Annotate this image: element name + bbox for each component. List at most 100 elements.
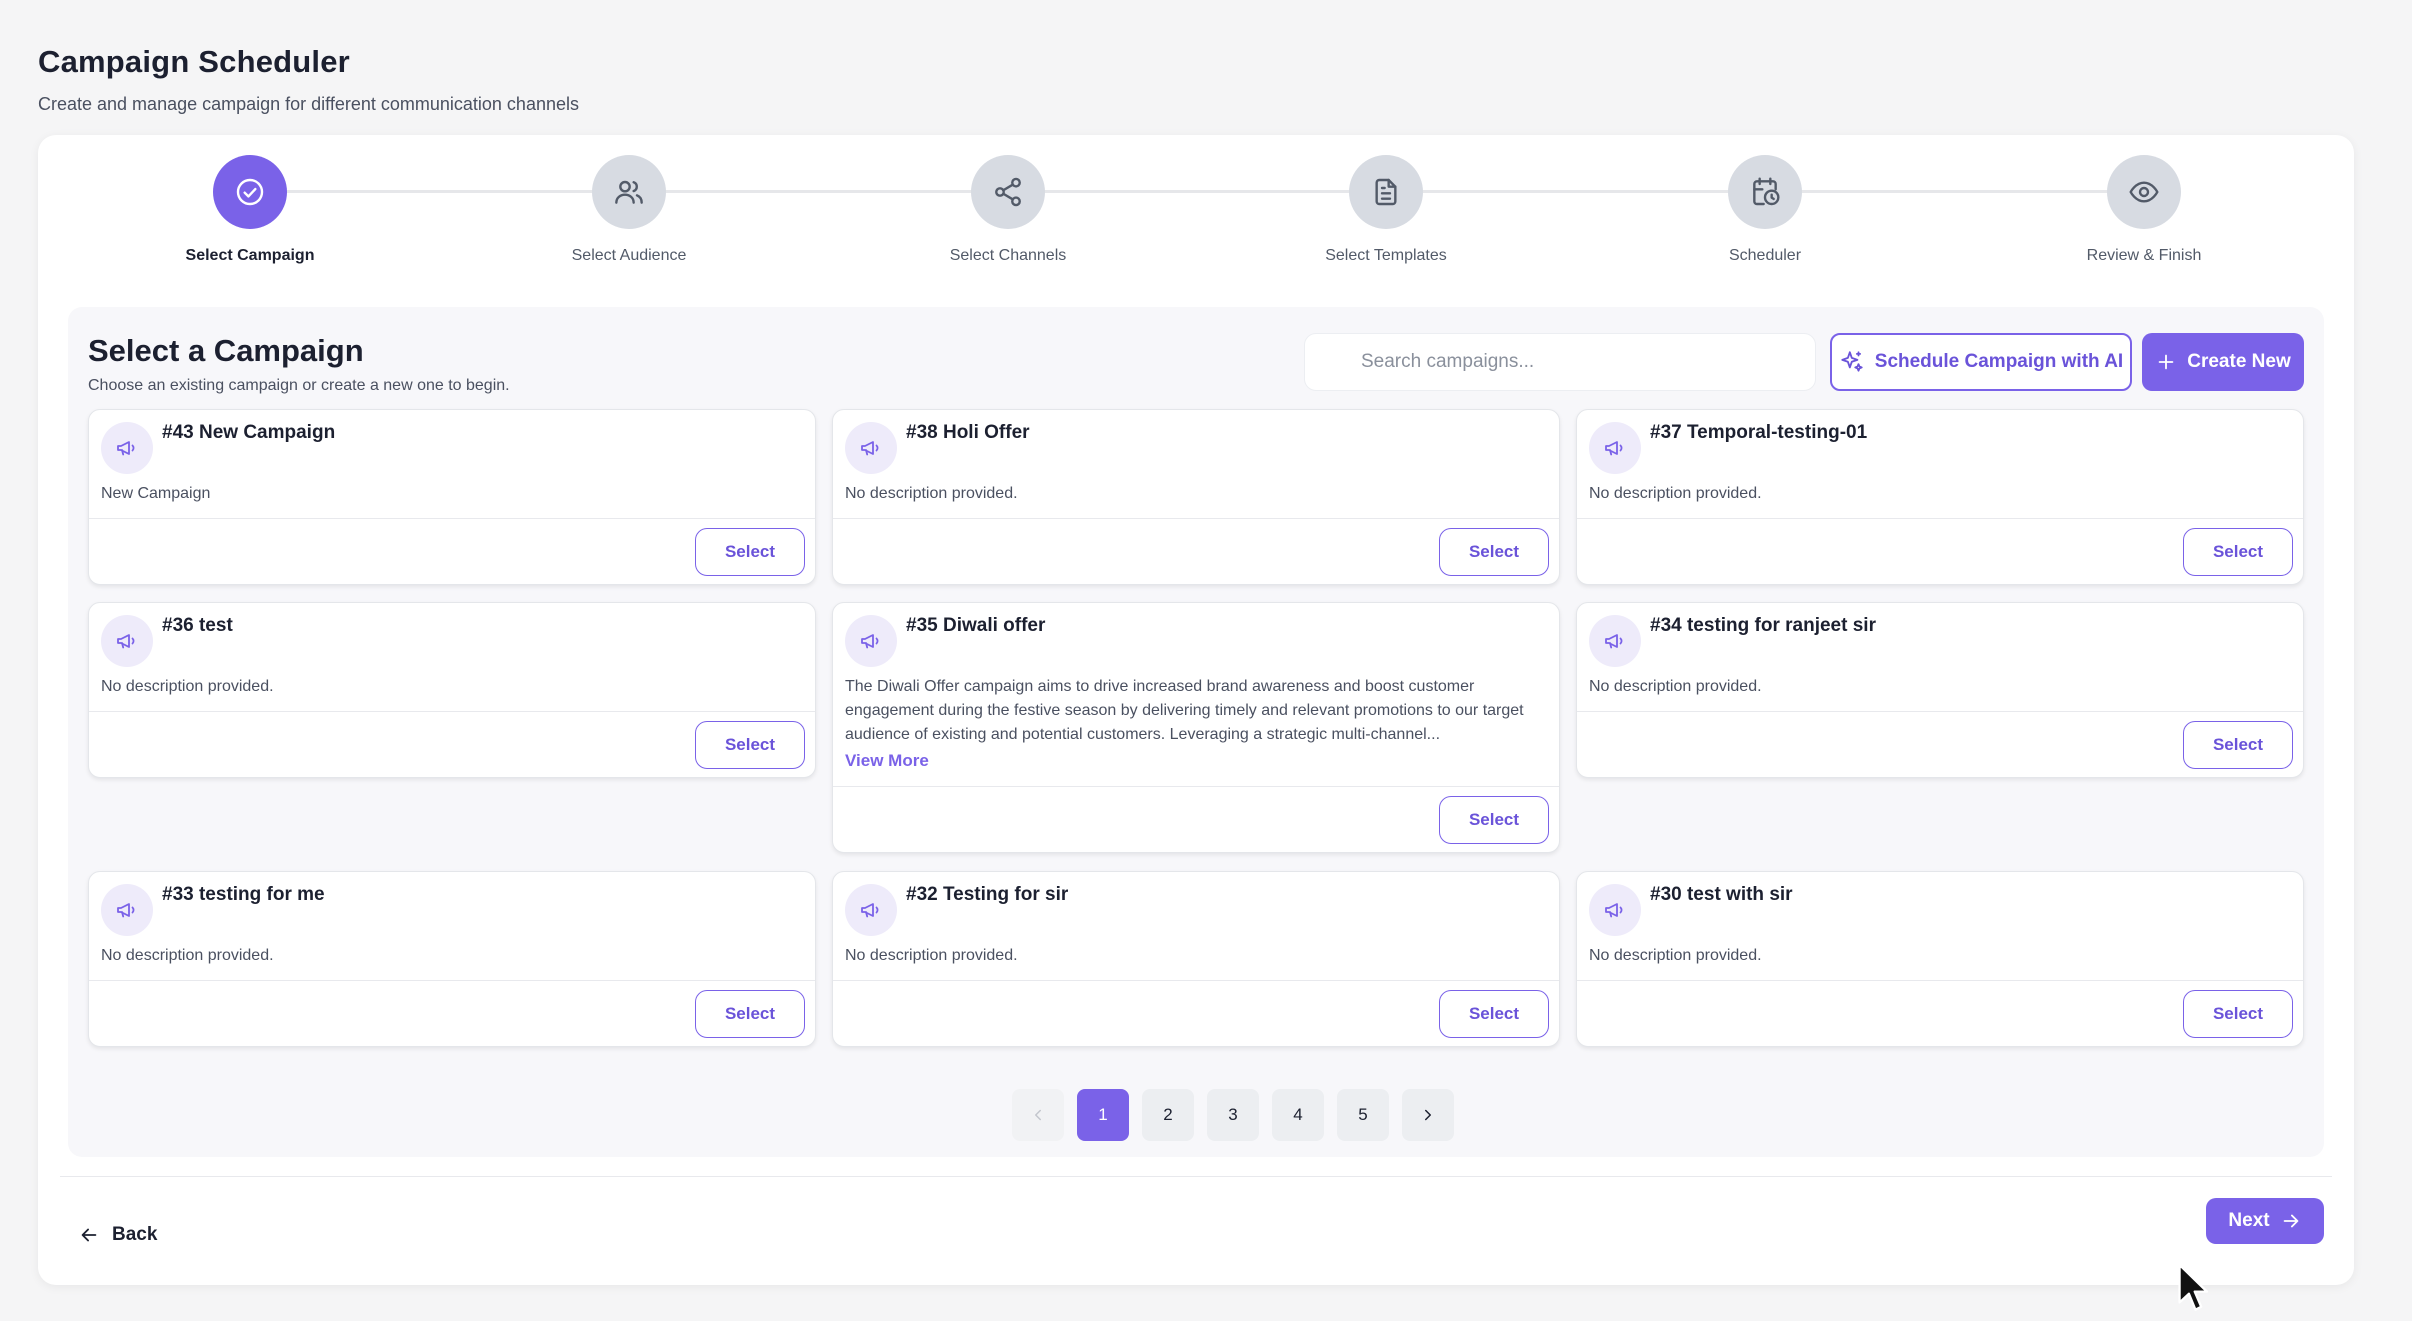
select-campaign-button[interactable]: Select <box>695 721 805 769</box>
step-label: Select Channels <box>949 247 1067 264</box>
plus-icon <box>2158 354 2174 370</box>
campaign-description: No description provided. <box>845 947 1018 964</box>
pagination: 1 2 3 4 5 <box>68 1089 2324 1141</box>
campaign-description: The Diwali Offer campaign aims to drive … <box>845 678 1524 743</box>
check-circle-icon <box>213 155 287 229</box>
campaign-card[interactable]: #32 Testing for sir No description provi… <box>832 871 1560 1047</box>
step-select-campaign[interactable]: Select Campaign <box>130 155 370 265</box>
select-campaign-button[interactable]: Select <box>695 528 805 576</box>
megaphone-icon <box>101 615 153 667</box>
next-label: Next <box>2228 1210 2270 1231</box>
chevron-left-icon <box>1035 1109 1041 1121</box>
step-label: Review & Finish <box>2086 247 2202 264</box>
card-divider <box>1577 518 2303 519</box>
campaign-card[interactable]: #36 test No description provided. Select <box>88 602 816 778</box>
megaphone-icon <box>845 615 897 667</box>
page-header: Campaign Scheduler Create and manage cam… <box>38 44 579 115</box>
campaign-description: New Campaign <box>101 485 211 502</box>
card-divider <box>833 980 1559 981</box>
card-divider <box>1577 711 2303 712</box>
search-box <box>1304 333 1816 391</box>
campaign-title: #43 New Campaign <box>162 422 336 443</box>
step-select-audience[interactable]: Select Audience <box>509 155 749 265</box>
campaign-title: #37 Temporal-testing-01 <box>1650 422 1868 443</box>
campaign-description: No description provided. <box>1589 485 1762 502</box>
search-input[interactable] <box>1361 351 1815 373</box>
step-review-finish[interactable]: Review & Finish <box>2024 155 2264 265</box>
campaign-description: No description provided. <box>845 485 1018 502</box>
campaign-description: No description provided. <box>101 947 274 964</box>
eye-icon <box>2107 155 2181 229</box>
page-title: Campaign Scheduler <box>38 44 350 79</box>
step-select-channels[interactable]: Select Channels <box>888 155 1128 265</box>
footer-divider <box>60 1176 2332 1177</box>
create-new-button[interactable]: Create New <box>2142 333 2304 391</box>
view-more-link[interactable]: View More <box>845 751 929 771</box>
campaign-title: #35 Diwali offer <box>906 615 1046 636</box>
campaign-description: No description provided. <box>1589 678 1762 695</box>
section-subtitle: Choose an existing campaign or create a … <box>88 377 510 394</box>
stepper: Select Campaign Select Audience Select C… <box>38 135 2354 305</box>
card-divider <box>833 518 1559 519</box>
card-divider <box>1577 980 2303 981</box>
select-campaign-button[interactable]: Select <box>2183 990 2293 1038</box>
step-scheduler[interactable]: Scheduler <box>1645 155 1885 265</box>
megaphone-icon <box>1589 422 1641 474</box>
page-button-2[interactable]: 2 <box>1142 1089 1194 1141</box>
step-label: Select Templates <box>1325 247 1447 264</box>
card-divider <box>89 980 815 981</box>
users-icon <box>592 155 666 229</box>
campaign-card[interactable]: #35 Diwali offer The Diwali Offer campai… <box>832 602 1560 853</box>
campaign-card[interactable]: #43 New Campaign New Campaign Select <box>88 409 816 585</box>
megaphone-icon <box>845 884 897 936</box>
megaphone-icon <box>101 422 153 474</box>
select-campaign-button[interactable]: Select <box>1439 796 1549 844</box>
main-card: Select Campaign Select Audience Select C… <box>38 135 2354 1285</box>
step-label: Scheduler <box>1728 247 1802 264</box>
back-button[interactable]: Back <box>78 1215 157 1255</box>
schedule-with-ai-button[interactable]: Schedule Campaign with AI <box>1830 333 2132 391</box>
campaign-title: #34 testing for ranjeet sir <box>1650 615 1876 636</box>
megaphone-icon <box>845 422 897 474</box>
campaign-title: #30 test with sir <box>1650 884 1793 905</box>
select-campaign-button[interactable]: Select <box>1439 990 1549 1038</box>
step-select-templates[interactable]: Select Templates <box>1266 155 1506 265</box>
campaign-description: No description provided. <box>101 678 274 695</box>
select-campaign-button[interactable]: Select <box>2183 721 2293 769</box>
campaign-card[interactable]: #34 testing for ranjeet sir No descripti… <box>1576 602 2304 778</box>
campaign-card[interactable]: #37 Temporal-testing-01 No description p… <box>1576 409 2304 585</box>
page-button-5[interactable]: 5 <box>1337 1089 1389 1141</box>
step-label: Select Campaign <box>185 247 315 264</box>
campaign-title: #36 test <box>162 615 233 636</box>
step-label: Select Audience <box>571 247 687 264</box>
select-campaign-button[interactable]: Select <box>695 990 805 1038</box>
share-icon <box>971 155 1045 229</box>
arrow-left-icon <box>81 1228 97 1242</box>
prev-page-button[interactable] <box>1012 1089 1064 1141</box>
campaign-card[interactable]: #38 Holi Offer No description provided. … <box>832 409 1560 585</box>
page-button-4[interactable]: 4 <box>1272 1089 1324 1141</box>
campaign-selection-panel: Select a Campaign Choose an existing cam… <box>68 307 2324 1157</box>
page-button-1[interactable]: 1 <box>1077 1089 1129 1141</box>
campaign-card[interactable]: #33 testing for me No description provid… <box>88 871 816 1047</box>
campaign-card[interactable]: #30 test with sir No description provide… <box>1576 871 2304 1047</box>
back-label: Back <box>112 1224 158 1245</box>
section-title: Select a Campaign <box>88 333 364 368</box>
next-page-button[interactable] <box>1402 1089 1454 1141</box>
sparkles-icon <box>1841 351 1863 372</box>
page-button-3[interactable]: 3 <box>1207 1089 1259 1141</box>
document-icon <box>1349 155 1423 229</box>
arrow-right-icon <box>2283 1214 2298 1228</box>
select-campaign-button[interactable]: Select <box>1439 528 1549 576</box>
select-campaign-button[interactable]: Select <box>2183 528 2293 576</box>
card-divider <box>833 786 1559 787</box>
mouse-cursor-icon <box>2178 1263 2209 1311</box>
card-divider <box>89 711 815 712</box>
campaign-title: #33 testing for me <box>162 884 325 905</box>
card-divider <box>89 518 815 519</box>
page-subtitle: Create and manage campaign for different… <box>38 94 579 114</box>
next-button[interactable]: Next <box>2206 1198 2324 1244</box>
chevron-right-icon <box>1425 1109 1431 1121</box>
megaphone-icon <box>1589 884 1641 936</box>
calendar-clock-icon <box>1728 155 1802 229</box>
